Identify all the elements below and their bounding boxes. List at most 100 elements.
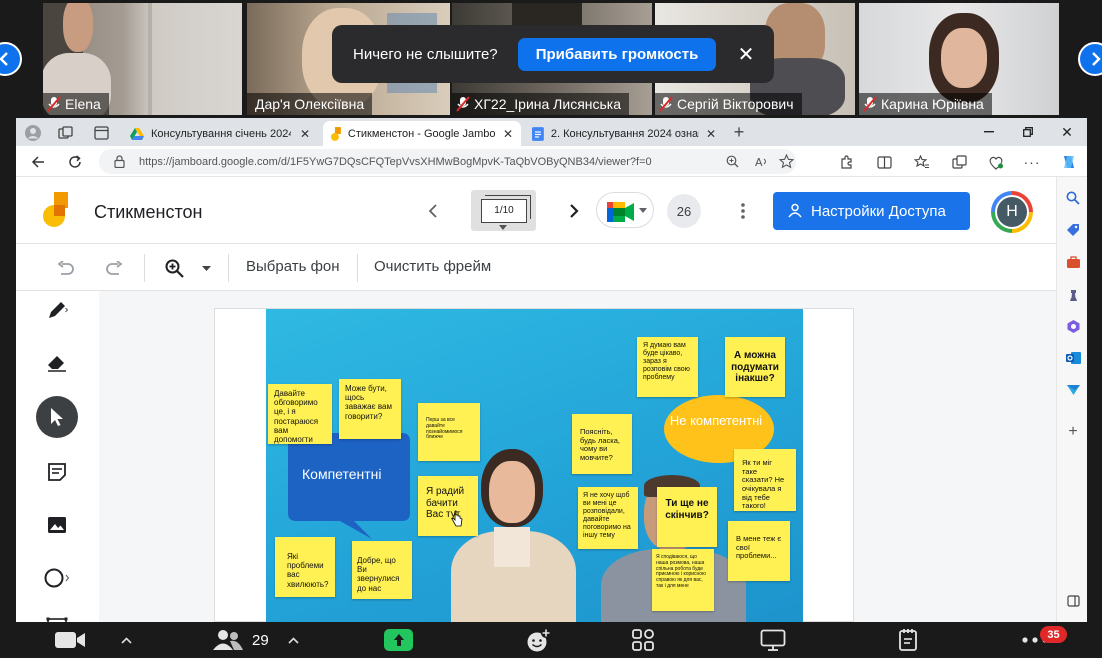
- participant-name-label: ХГ22_Ірина Лисянська: [452, 93, 630, 115]
- clear-frame-button[interactable]: Очистить фрейм: [374, 258, 491, 275]
- select-tool[interactable]: [36, 396, 78, 438]
- more-menu-icon[interactable]: ···: [1022, 152, 1042, 172]
- tab-title: 2. Консультування 2024 ознаки: [550, 127, 699, 140]
- video-button[interactable]: [54, 622, 86, 658]
- favorites-icon[interactable]: [912, 152, 932, 172]
- participants-button[interactable]: 29: [212, 622, 269, 658]
- star-icon[interactable]: [779, 154, 794, 169]
- tools-briefcase-icon[interactable]: [1064, 253, 1082, 271]
- reactions-button[interactable]: [526, 622, 552, 658]
- eraser-tool[interactable]: [36, 341, 78, 383]
- participant-tile[interactable]: Elena: [43, 3, 242, 115]
- sticky-note[interactable]: Які проблеми вас хвилюють?: [275, 537, 335, 597]
- jam-title[interactable]: Стикменстон: [94, 202, 203, 223]
- back-button[interactable]: [28, 152, 48, 172]
- text-box-tool[interactable]: [36, 604, 78, 622]
- url-field[interactable]: https://jamboard.google.com/d/1F5YwG7DQs…: [99, 149, 796, 174]
- next-page-button[interactable]: [1078, 42, 1102, 76]
- browser-tab[interactable]: Консультування січень 2024 – G ✕: [122, 121, 318, 146]
- caret-down-icon: [639, 208, 647, 213]
- participant-strip: Elena Дар'я Олексіївна ХГ22_Ірина Лисянс…: [0, 0, 1102, 118]
- pen-tool[interactable]: [36, 289, 78, 331]
- share-screen-button[interactable]: [384, 622, 413, 658]
- sticky-note[interactable]: Я думаю вам буде цікаво, зараз я розпові…: [637, 337, 698, 397]
- sticky-note[interactable]: Ти ще не скінчив?: [657, 487, 717, 547]
- copilot-icon[interactable]: [1058, 151, 1080, 173]
- set-background-button[interactable]: Выбрать фон: [246, 258, 340, 275]
- frame-bar-button[interactable]: 1/10: [471, 190, 536, 231]
- browser-tab-active[interactable]: Стикменстон - Google Jamboard ✕: [323, 121, 521, 146]
- split-screen-icon[interactable]: [874, 152, 894, 172]
- shape-tool[interactable]: [36, 557, 78, 599]
- extensions-icon[interactable]: [836, 152, 856, 172]
- read-aloud-icon[interactable]: A: [755, 155, 769, 168]
- search-icon[interactable]: [1064, 189, 1082, 207]
- more-options-icon[interactable]: [732, 198, 754, 224]
- tab-title: Консультування січень 2024 – G: [151, 127, 291, 140]
- sticky-note[interactable]: А можна подумати інакше?: [725, 337, 785, 397]
- microsoft-365-icon[interactable]: [1064, 317, 1082, 335]
- add-sidebar-app-icon[interactable]: +: [1064, 423, 1082, 441]
- restore-button[interactable]: [1018, 122, 1038, 142]
- close-tab-icon[interactable]: ✕: [503, 127, 513, 141]
- whiteboards-button[interactable]: [760, 622, 786, 658]
- pen-icon: [49, 302, 68, 318]
- browser-tab[interactable]: 2. Консультування 2024 ознаки ✕: [524, 121, 724, 146]
- sticky-note[interactable]: Перш за все давайте познайомимося ближче: [418, 403, 480, 461]
- close-window-button[interactable]: ✕: [1057, 122, 1077, 142]
- jam-frame-canvas[interactable]: Компетентні Не компетентні Давайте обгов…: [214, 308, 854, 622]
- meet-button[interactable]: [596, 192, 654, 228]
- mic-muted-icon: [863, 96, 877, 112]
- zoom-in-icon[interactable]: [726, 155, 739, 168]
- sticky-note[interactable]: Давайте обговоримо це, і я постараюся ва…: [268, 384, 332, 444]
- sticky-note[interactable]: Добре, що Ви звернулися до нас: [352, 541, 412, 599]
- background-photo: Компетентні Не компетентні Давайте обгов…: [266, 309, 803, 622]
- participants-count-badge[interactable]: 26: [667, 194, 701, 228]
- browser-essentials-icon[interactable]: [986, 152, 1006, 172]
- sticky-note[interactable]: Як ти міг таке сказати? Не очікувала я в…: [734, 449, 796, 511]
- sticky-note[interactable]: Я не хочу щоб ви мені це розповідали, да…: [578, 487, 638, 549]
- zoom-button[interactable]: [162, 256, 186, 280]
- collections-icon[interactable]: [949, 152, 969, 172]
- collections-icon[interactable]: [56, 124, 74, 142]
- sticky-note[interactable]: Я радий бачити Вас тут: [418, 476, 478, 536]
- games-chess-icon[interactable]: [1064, 285, 1082, 303]
- participant-tile[interactable]: Карина Юріївна: [859, 3, 1059, 115]
- close-tab-icon[interactable]: ✕: [706, 127, 716, 141]
- sticky-note-tool[interactable]: [36, 451, 78, 493]
- image-icon: [48, 517, 66, 533]
- new-tab-button[interactable]: +: [728, 121, 750, 143]
- account-avatar[interactable]: Н: [991, 191, 1033, 233]
- participants-options-button[interactable]: [288, 622, 299, 658]
- outlook-icon[interactable]: [1064, 349, 1082, 367]
- sticky-note[interactable]: Поясніть, будь ласка, чому ви мовчите?: [572, 414, 632, 474]
- close-tab-icon[interactable]: ✕: [300, 127, 310, 141]
- minimize-button[interactable]: [979, 122, 999, 142]
- prev-frame-button[interactable]: [421, 199, 445, 223]
- reload-button[interactable]: [65, 152, 85, 172]
- redo-button[interactable]: [102, 256, 126, 280]
- profile-icon[interactable]: [24, 124, 42, 142]
- notes-button[interactable]: [898, 622, 920, 658]
- avatar-letter: Н: [997, 197, 1027, 227]
- video-options-button[interactable]: [121, 622, 132, 658]
- add-image-tool[interactable]: [36, 504, 78, 546]
- chevron-up-icon: [288, 636, 299, 644]
- sidebar-toggle-icon[interactable]: [1064, 592, 1082, 610]
- apps-button[interactable]: [631, 622, 655, 658]
- shopping-tag-icon[interactable]: [1064, 221, 1082, 239]
- sticky-note[interactable]: В мене теж є свої проблеми...: [728, 521, 790, 581]
- tab-actions-icon[interactable]: [92, 124, 110, 142]
- undo-button[interactable]: [54, 256, 78, 280]
- prev-page-button[interactable]: [0, 42, 22, 76]
- increase-volume-button[interactable]: Прибавить громкость: [518, 38, 716, 71]
- emoji-add-icon: [527, 628, 551, 652]
- drop-icon[interactable]: [1064, 381, 1082, 399]
- sticky-note[interactable]: Може бути, щось заважає вам говорити?: [339, 379, 401, 439]
- next-frame-button[interactable]: [562, 199, 586, 223]
- notification-text: Ничего не слышите?: [353, 46, 498, 63]
- share-button[interactable]: Настройки Доступа: [773, 192, 970, 230]
- sticky-note[interactable]: Я сподіваюся, що наша розмова, наша спіл…: [652, 549, 714, 611]
- zoom-dropdown[interactable]: [199, 262, 213, 274]
- close-icon[interactable]: ✕: [734, 42, 758, 66]
